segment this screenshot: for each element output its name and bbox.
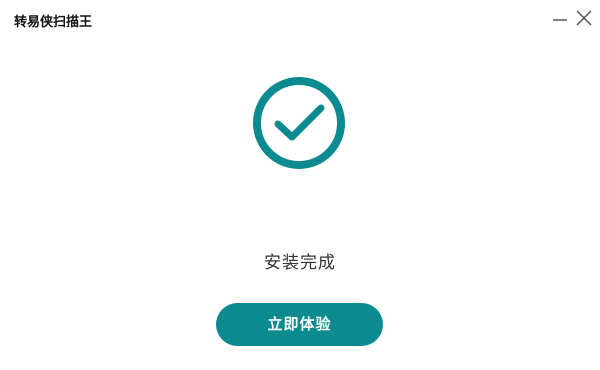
- close-button[interactable]: [574, 8, 594, 28]
- install-status-text: 安装完成: [264, 253, 336, 273]
- app-title: 转易侠扫描王: [14, 15, 93, 30]
- close-icon: [576, 10, 592, 26]
- try-now-button[interactable]: 立即体验: [216, 303, 383, 346]
- minimize-button[interactable]: [550, 8, 570, 28]
- check-circle-icon: [251, 75, 347, 171]
- installer-window: 转易侠扫描王 安装完成 立即体验: [0, 0, 600, 370]
- minimize-icon: [553, 19, 567, 21]
